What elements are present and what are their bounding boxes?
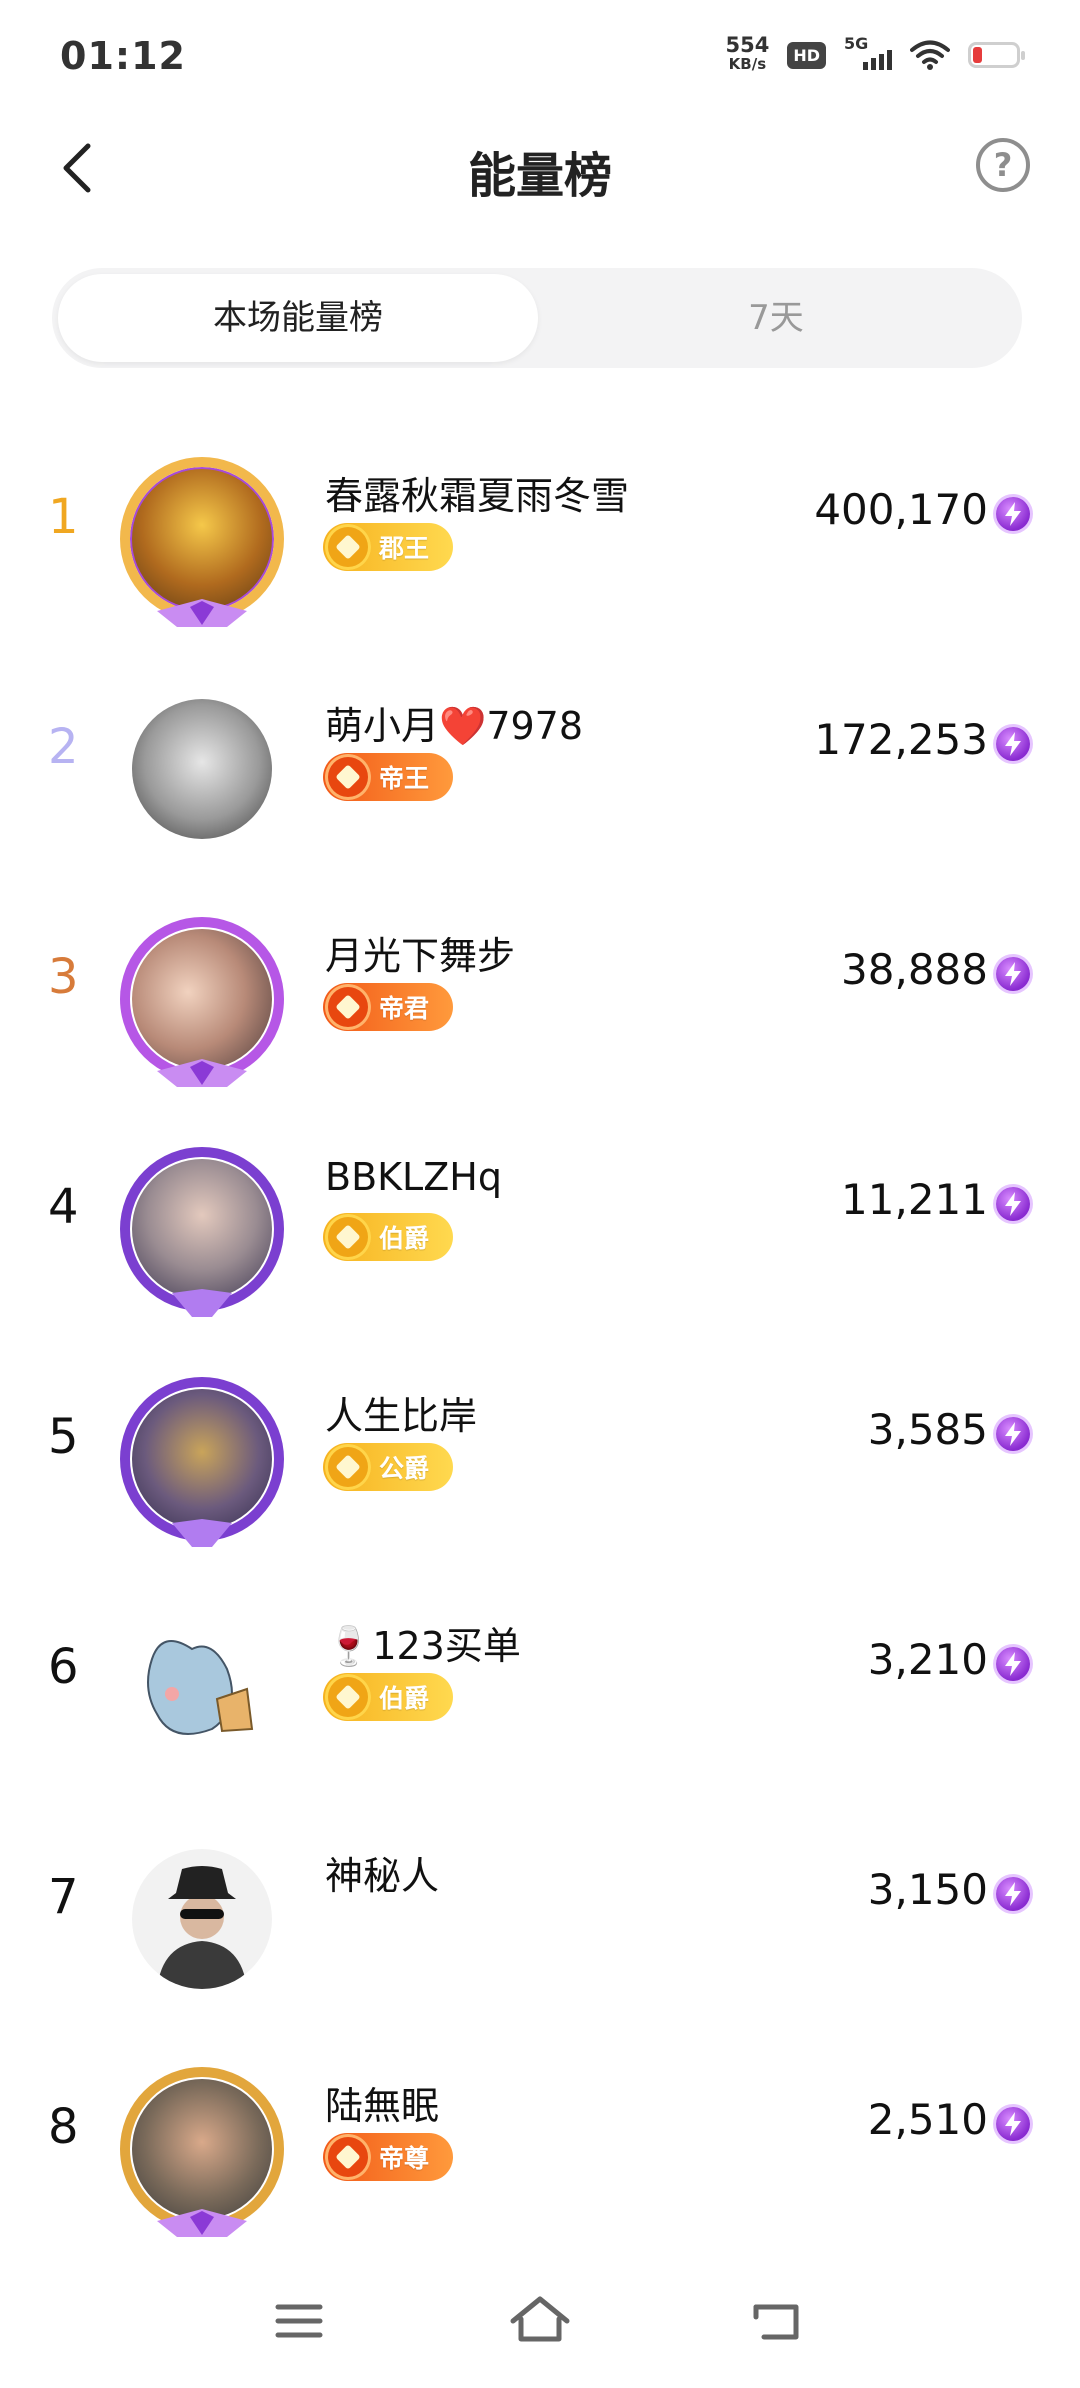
lightning-icon [996, 957, 1030, 991]
badge-medal-icon [325, 1444, 371, 1490]
ranking-tabs: 本场能量榜 7天 [52, 268, 1022, 368]
lightning-icon [996, 727, 1030, 761]
cellular-signal-icon: 5G [844, 34, 892, 74]
lightning-icon [996, 497, 1030, 531]
home-icon[interactable] [505, 2291, 575, 2351]
page-header: 能量榜 ? [0, 120, 1080, 220]
badge-medal-icon [325, 2134, 371, 2180]
avatar[interactable] [118, 1835, 286, 2003]
list-item[interactable]: 6 🍷123买单 伯爵 3,210 [0, 1555, 1080, 1785]
badge-label: 伯爵 [379, 1224, 430, 1253]
lightning-icon [996, 1187, 1030, 1221]
tab-7-days[interactable]: 7天 [536, 274, 1016, 362]
cartoon-avatar-icon [147, 1640, 254, 1735]
avatar-frame-gem [172, 1519, 232, 1547]
user-name: BBKLZHq [325, 1155, 502, 1199]
network-speed-value: 554 [725, 33, 770, 57]
badge-medal-icon [325, 1674, 371, 1720]
energy-score: 2,510 [867, 2095, 988, 2144]
badge-medal-icon [325, 1214, 371, 1260]
badge-label: 公爵 [379, 1454, 430, 1483]
avatar[interactable] [118, 1145, 286, 1317]
mystery-person-icon [157, 1866, 247, 1989]
network-speed-unit: KB/s [728, 55, 767, 73]
user-name: 人生比岸 [325, 1394, 478, 1438]
energy-score: 3,585 [867, 1405, 988, 1454]
avatar-frame-gem [157, 2209, 247, 2237]
network-speed: 554 KB/s [725, 33, 770, 74]
status-icons: 554 KB/s HD 5G [725, 33, 1025, 74]
back-icon[interactable] [742, 2291, 812, 2351]
rank-number: 2 [48, 719, 79, 775]
rank-badge: 伯爵 [323, 1673, 453, 1721]
avatar-frame-gem [157, 1059, 247, 1087]
list-item[interactable]: 8 陆無眠 帝尊 2,510 [0, 2015, 1080, 2245]
rank-number: 6 [48, 1639, 79, 1695]
rank-number: 5 [48, 1409, 79, 1465]
avatar[interactable] [118, 685, 286, 853]
badge-label: 帝王 [379, 764, 430, 793]
hd-icon: HD [787, 41, 826, 69]
list-item[interactable]: 5 人生比岸 公爵 3,585 [0, 1325, 1080, 1555]
user-name: 月光下舞步 [325, 934, 516, 978]
energy-score: 3,150 [867, 1865, 988, 1914]
system-navigation-bar [0, 2265, 1080, 2388]
energy-score: 3,210 [867, 1635, 988, 1684]
avatar[interactable] [118, 915, 286, 1087]
rank-badge: 郡王 [323, 523, 453, 571]
lightning-icon [996, 2107, 1030, 2141]
rank-badge: 帝尊 [323, 2133, 453, 2181]
badge-label: 帝尊 [379, 2144, 430, 2173]
wifi-icon [910, 40, 950, 70]
user-name: 陆無眠 [325, 2084, 440, 2128]
badge-label: 帝君 [379, 994, 430, 1023]
badge-medal-icon [325, 754, 371, 800]
rank-number: 3 [48, 949, 79, 1005]
list-item[interactable]: 2 萌小月❤️7978 帝王 172,253 [0, 635, 1080, 865]
energy-score: 172,253 [814, 715, 988, 764]
rank-badge: 帝君 [323, 983, 453, 1031]
rank-number: 7 [48, 1869, 79, 1925]
lightning-icon [996, 1647, 1030, 1681]
badge-medal-icon [325, 984, 371, 1030]
energy-score: 38,888 [841, 945, 988, 994]
rank-number: 1 [48, 489, 79, 545]
status-bar: 01:12 554 KB/s HD 5G [0, 0, 1080, 110]
help-icon[interactable]: ? [976, 138, 1030, 192]
rank-badge: 伯爵 [323, 1213, 453, 1261]
user-name: 萌小月❤️7978 [325, 704, 584, 748]
avatar[interactable] [118, 1605, 286, 1773]
list-item[interactable]: 7 神秘人 3,150 [0, 1785, 1080, 2015]
lightning-icon [996, 1877, 1030, 1911]
rank-badge: 帝王 [323, 753, 453, 801]
menu-icon[interactable] [264, 2291, 334, 2351]
avatar-frame-gem [172, 1289, 232, 1317]
page-title: 能量榜 [467, 148, 612, 204]
rank-number: 4 [48, 1179, 79, 1235]
avatar-frame-gem [157, 599, 247, 627]
status-time: 01:12 [60, 34, 186, 78]
badge-label: 伯爵 [379, 1684, 430, 1713]
rank-badge: 公爵 [323, 1443, 453, 1491]
list-item[interactable]: 3 月光下舞步 帝君 38,888 [0, 865, 1080, 1095]
badge-label: 郡王 [379, 534, 430, 563]
list-item[interactable]: 1 春露秋霜夏雨冬雪 郡王 400,170 [0, 405, 1080, 635]
avatar[interactable] [118, 2065, 286, 2237]
tab-current-session[interactable]: 本场能量榜 [58, 274, 538, 362]
lightning-icon [996, 1417, 1030, 1451]
list-item[interactable]: 4 BBKLZHq 伯爵 11,211 [0, 1095, 1080, 1325]
badge-medal-icon [325, 524, 371, 570]
avatar[interactable] [118, 455, 286, 627]
user-name: 神秘人 [325, 1854, 440, 1898]
avatar[interactable] [118, 1375, 286, 1547]
battery-icon [968, 42, 1025, 68]
user-name: 🍷123买单 [325, 1624, 521, 1668]
rank-number: 8 [48, 2099, 79, 2155]
energy-score: 11,211 [841, 1175, 988, 1224]
energy-score: 400,170 [814, 485, 988, 534]
user-name: 春露秋霜夏雨冬雪 [325, 474, 630, 518]
